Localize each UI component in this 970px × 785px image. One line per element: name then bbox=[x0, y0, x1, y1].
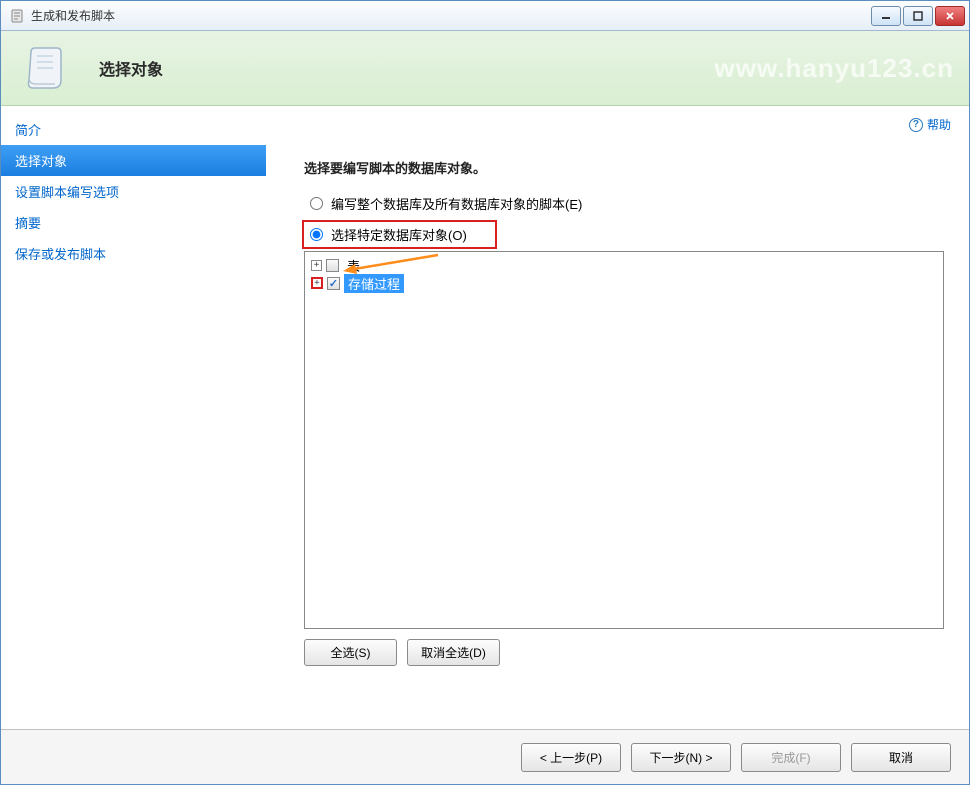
tree-row-tables[interactable]: + 表 bbox=[311, 256, 937, 274]
radio-group: 编写整个数据库及所有数据库对象的脚本(E) 选择特定数据库对象(O) bbox=[304, 191, 951, 249]
radio-script-specific-label: 选择特定数据库对象(O) bbox=[331, 225, 467, 244]
window-title: 生成和发布脚本 bbox=[31, 7, 871, 24]
expander-icon[interactable]: + bbox=[311, 277, 323, 289]
help-link[interactable]: ? 帮助 bbox=[909, 116, 951, 133]
sidebar-item-intro[interactable]: 简介 bbox=[1, 114, 266, 145]
prompt-text: 选择要编写脚本的数据库对象。 bbox=[304, 158, 951, 177]
next-button[interactable]: 下一步(N) > bbox=[631, 743, 731, 772]
app-icon bbox=[9, 8, 25, 24]
prev-button[interactable]: < 上一步(P) bbox=[521, 743, 621, 772]
sidebar-item-select-objects[interactable]: 选择对象 bbox=[1, 145, 266, 176]
wizard-steps-sidebar: 简介 选择对象 设置脚本编写选项 摘要 保存或发布脚本 bbox=[1, 106, 266, 729]
close-button[interactable] bbox=[935, 6, 965, 26]
finish-button: 完成(F) bbox=[741, 743, 841, 772]
sidebar-item-options[interactable]: 设置脚本编写选项 bbox=[1, 176, 266, 207]
maximize-button[interactable] bbox=[903, 6, 933, 26]
help-label: 帮助 bbox=[927, 116, 951, 133]
watermark: www.hanyu123.cn bbox=[715, 53, 954, 84]
sidebar-item-save-publish[interactable]: 保存或发布脚本 bbox=[1, 238, 266, 269]
selection-buttons: 全选(S) 取消全选(D) bbox=[304, 639, 951, 666]
tree-label-procs[interactable]: 存储过程 bbox=[344, 274, 404, 293]
script-icon bbox=[21, 44, 69, 92]
deselect-all-button[interactable]: 取消全选(D) bbox=[407, 639, 500, 666]
radio-script-specific-input[interactable] bbox=[310, 228, 323, 241]
wizard-header: 选择对象 www.hanyu123.cn bbox=[1, 31, 969, 106]
sidebar-item-summary[interactable]: 摘要 bbox=[1, 207, 266, 238]
page-title: 选择对象 bbox=[99, 56, 163, 80]
tree-row-procs[interactable]: + 存储过程 bbox=[311, 274, 937, 292]
radio-script-all[interactable]: 编写整个数据库及所有数据库对象的脚本(E) bbox=[304, 191, 951, 216]
window-controls bbox=[871, 6, 965, 26]
wizard-body: 简介 选择对象 设置脚本编写选项 摘要 保存或发布脚本 ? 帮助 选择要编写脚本… bbox=[1, 106, 969, 729]
radio-script-specific[interactable]: 选择特定数据库对象(O) bbox=[302, 220, 497, 249]
help-icon: ? bbox=[909, 118, 923, 132]
minimize-button[interactable] bbox=[871, 6, 901, 26]
checkbox-procs[interactable] bbox=[327, 277, 340, 290]
select-all-button[interactable]: 全选(S) bbox=[304, 639, 397, 666]
tree-label-tables[interactable]: 表 bbox=[343, 256, 364, 275]
wizard-main: ? 帮助 选择要编写脚本的数据库对象。 编写整个数据库及所有数据库对象的脚本(E… bbox=[266, 106, 969, 729]
wizard-footer: < 上一步(P) 下一步(N) > 完成(F) 取消 bbox=[1, 729, 969, 784]
expander-icon[interactable]: + bbox=[311, 260, 322, 271]
cancel-button[interactable]: 取消 bbox=[851, 743, 951, 772]
object-tree[interactable]: + 表 + 存储过程 bbox=[304, 251, 944, 629]
radio-script-all-input[interactable] bbox=[310, 197, 323, 210]
radio-script-all-label: 编写整个数据库及所有数据库对象的脚本(E) bbox=[331, 194, 582, 213]
titlebar: 生成和发布脚本 bbox=[1, 1, 969, 31]
checkbox-tables[interactable] bbox=[326, 259, 339, 272]
